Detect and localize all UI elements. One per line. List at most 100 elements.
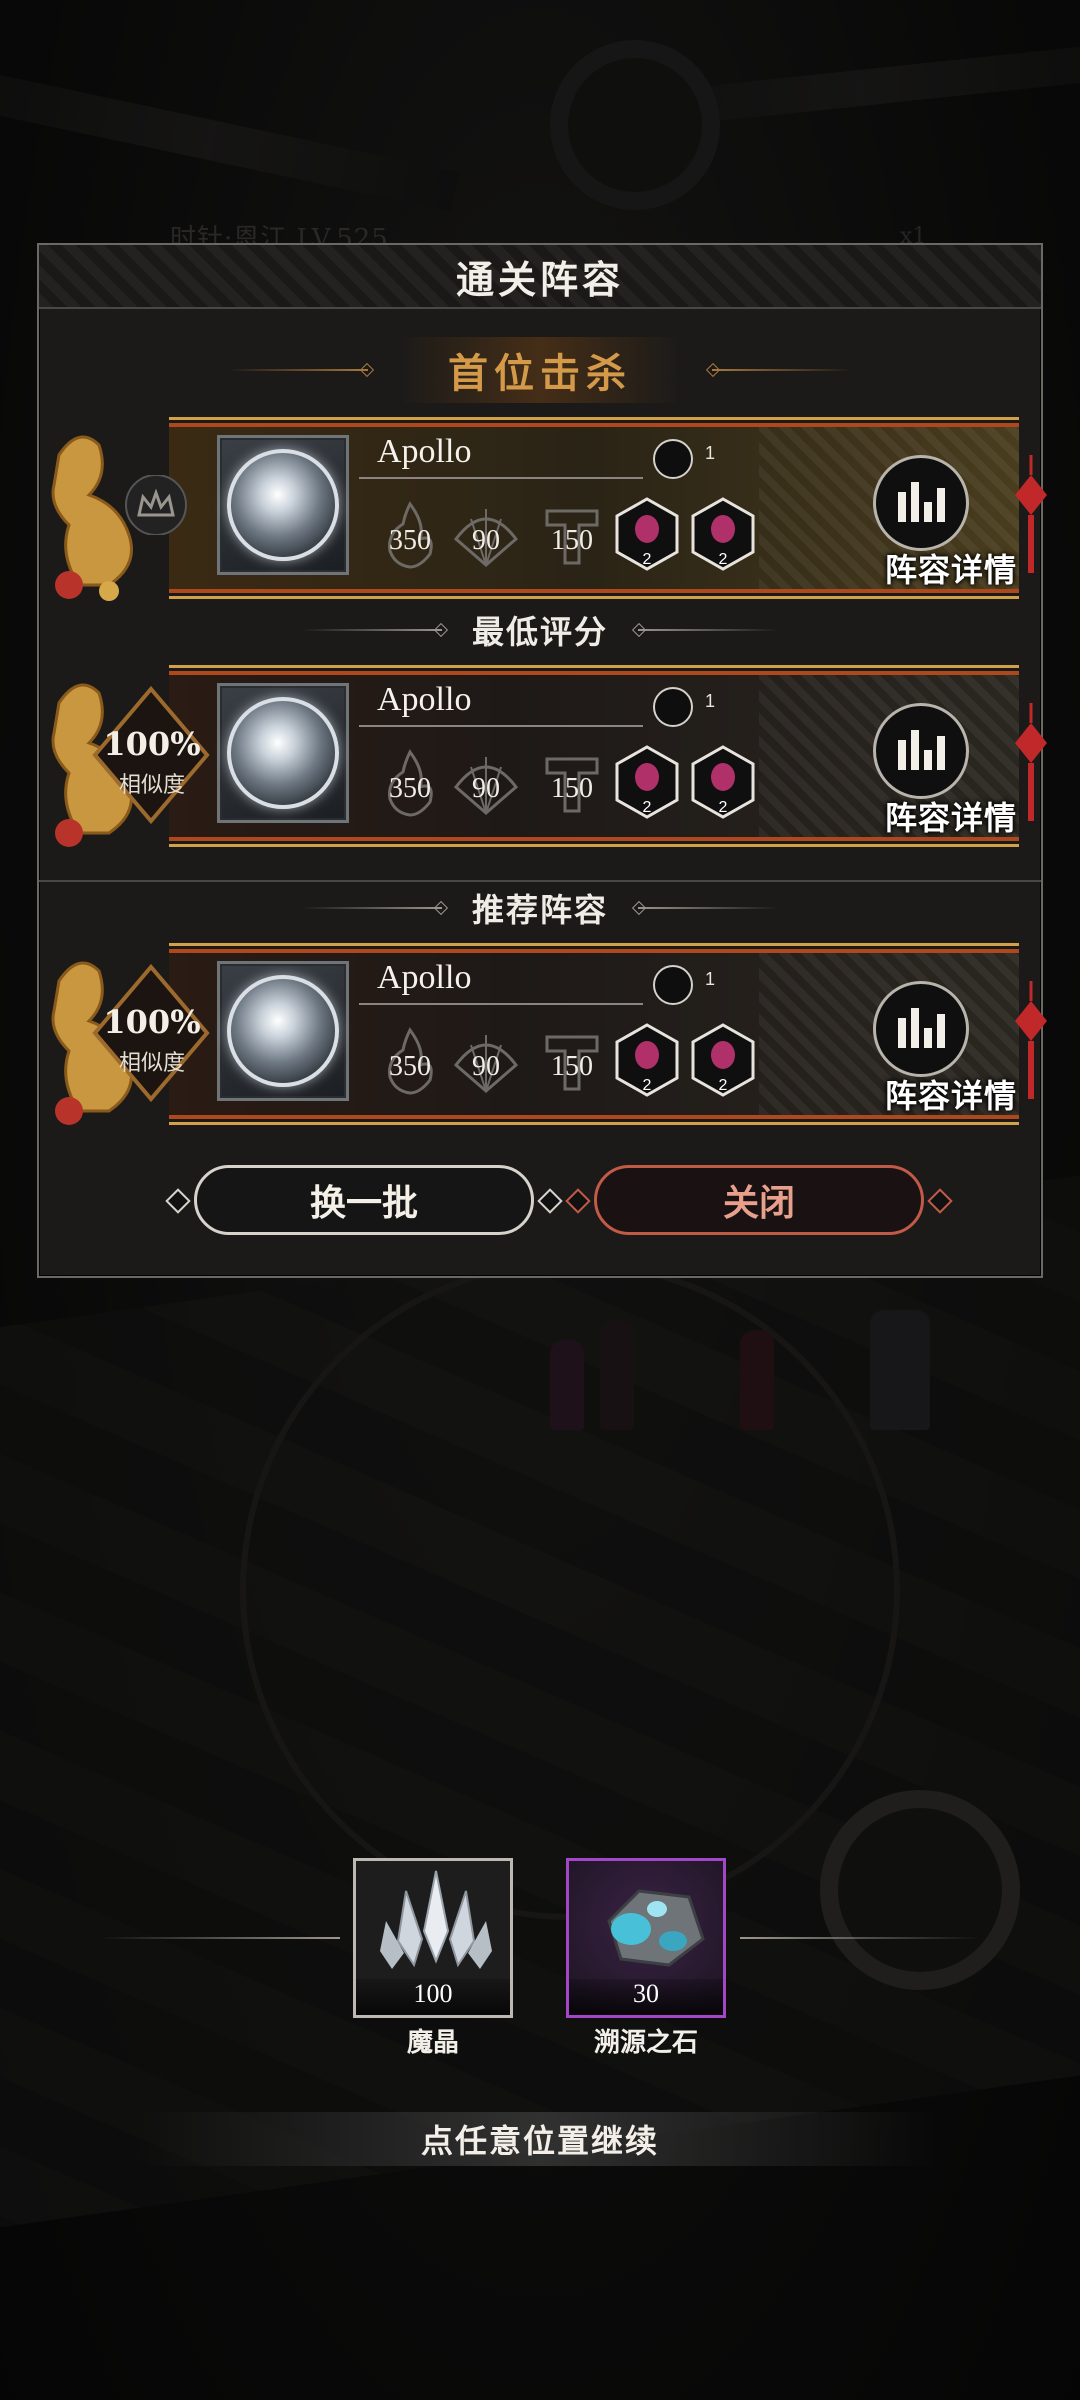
stat-value-defense: 90 xyxy=(472,525,500,556)
tap-to-continue-hint[interactable]: 点任意位置继续 xyxy=(140,2112,940,2166)
chart-bar-icon xyxy=(923,502,932,522)
gem-count: 2 xyxy=(642,1077,652,1094)
clear-lineup-dialog: 通关阵容 首位击杀 Apollo 1 350 90 150 2 2 阵容详情 最… xyxy=(37,243,1047,1278)
hero-name: Apollo xyxy=(377,681,472,718)
name-underline xyxy=(359,477,643,479)
chart-bar-icon xyxy=(897,492,906,522)
rewards-divider xyxy=(100,1937,340,1939)
rank-emblem: 100% 相似度 xyxy=(29,663,210,849)
card-trim xyxy=(169,665,1019,668)
card-trim xyxy=(169,417,1019,420)
similarity-percent: 100% xyxy=(103,725,201,763)
divider xyxy=(301,629,442,631)
chart-bar-icon xyxy=(910,730,919,770)
divider xyxy=(638,907,778,909)
reward-count: 100 xyxy=(356,1979,510,2015)
rewards-divider xyxy=(740,1937,980,1939)
hero-name: Apollo xyxy=(377,433,472,470)
stat-value-power: 150 xyxy=(551,525,593,556)
reward-item-origin-stone[interactable]: 30 xyxy=(566,1858,726,2018)
similarity-label: 相似度 xyxy=(118,1051,185,1076)
crown-icon xyxy=(125,475,187,535)
card-trim xyxy=(169,844,1019,847)
stat-value-attack: 350 xyxy=(389,773,431,804)
hero-emblem-icon xyxy=(227,449,339,561)
button-ornament xyxy=(565,1188,591,1214)
gem-count: 2 xyxy=(718,551,728,568)
section-title: 最低评分 xyxy=(471,613,608,651)
crystal-icon xyxy=(380,1870,492,1969)
thumbs-up-icon[interactable] xyxy=(653,687,693,727)
stat-value-power: 150 xyxy=(551,1051,593,1082)
divider xyxy=(228,369,368,371)
button-ornament xyxy=(165,1188,191,1214)
dialog-header: 通关阵容 xyxy=(39,245,1041,309)
stat-value-defense: 90 xyxy=(472,773,500,804)
hero-portrait[interactable] xyxy=(217,961,349,1101)
rank-emblem xyxy=(29,415,199,601)
chart-bar-icon xyxy=(936,1014,945,1048)
chart-bar-icon xyxy=(910,1008,919,1048)
chart-bar-icon xyxy=(897,1018,906,1048)
hero-emblem-icon xyxy=(227,975,339,1087)
stat-value-defense: 90 xyxy=(472,1051,500,1082)
chinese-knot-icon xyxy=(1015,981,1047,1099)
card-trim xyxy=(169,1122,1019,1125)
lineup-detail-button[interactable] xyxy=(873,455,969,551)
hero-portrait[interactable] xyxy=(217,683,349,823)
hero-emblem-icon xyxy=(227,697,339,809)
refresh-button-label: 换一批 xyxy=(309,1182,418,1224)
reward-name: 魔晶 xyxy=(406,2028,459,2058)
chinese-knot-icon xyxy=(1015,703,1047,821)
chart-bar-icon xyxy=(936,736,945,770)
gem-count: 2 xyxy=(718,1077,728,1094)
chart-bar-icon xyxy=(910,482,919,522)
divider xyxy=(712,369,852,371)
lineup-detail-label[interactable]: 阵容详情 xyxy=(885,793,1017,839)
reward-name: 溯源之石 xyxy=(593,2028,698,2058)
thumbs-up-icon[interactable] xyxy=(653,965,693,1005)
button-ornament xyxy=(537,1188,563,1214)
lineup-detail-button[interactable] xyxy=(873,703,969,799)
like-count: 1 xyxy=(705,691,716,711)
section-separator xyxy=(39,880,1041,882)
name-underline xyxy=(359,1003,643,1005)
ore-stone-icon xyxy=(607,1889,705,1967)
lineup-detail-label[interactable]: 阵容详情 xyxy=(885,545,1017,591)
stat-value-attack: 350 xyxy=(389,1051,431,1082)
reward-item-magic-crystal[interactable]: 100 xyxy=(353,1858,513,2018)
card-trim xyxy=(169,596,1019,599)
like-count: 1 xyxy=(705,969,716,989)
hero-name: Apollo xyxy=(377,959,472,996)
lineup-card-recommended: 100% 相似度 Apollo 1 350 90 150 2 2 阵容详情 xyxy=(19,941,1059,1127)
similarity-label: 相似度 xyxy=(118,773,185,798)
lineup-card-lowest-score: 100% 相似度 Apollo 1 350 90 150 2 2 阵容详情 xyxy=(19,663,1059,849)
chart-bar-icon xyxy=(936,488,945,522)
chart-bar-icon xyxy=(923,1028,932,1048)
thumbs-up-icon[interactable] xyxy=(653,439,693,479)
stat-value-attack: 350 xyxy=(389,525,431,556)
section-header-recommended: 推荐阵容 xyxy=(39,885,1041,931)
section-header-first-kill: 首位击杀 xyxy=(39,337,1041,403)
gem-count: 2 xyxy=(642,799,652,816)
stat-value-power: 150 xyxy=(551,773,593,804)
similarity-percent: 100% xyxy=(103,1003,201,1041)
lineup-detail-button[interactable] xyxy=(873,981,969,1077)
reward-count: 30 xyxy=(569,1979,723,2015)
lineup-detail-label[interactable]: 阵容详情 xyxy=(885,1071,1017,1117)
refresh-button[interactable]: 换一批 xyxy=(165,1165,563,1235)
hero-portrait[interactable] xyxy=(217,435,349,575)
card-trim xyxy=(169,943,1019,946)
gem-count: 2 xyxy=(718,799,728,816)
close-button[interactable]: 关闭 xyxy=(565,1165,953,1235)
dialog-title: 通关阵容 xyxy=(455,256,624,302)
divider xyxy=(301,907,442,909)
rank-emblem: 100% 相似度 xyxy=(29,941,210,1127)
section-header-lowest-score: 最低评分 xyxy=(39,607,1041,653)
close-button-label: 关闭 xyxy=(722,1182,795,1224)
divider xyxy=(638,629,778,631)
name-underline xyxy=(359,725,643,727)
chart-bar-icon xyxy=(897,740,906,770)
button-ornament xyxy=(927,1188,953,1214)
lineup-card-first-kill: Apollo 1 350 90 150 2 2 阵容详情 xyxy=(19,415,1059,601)
